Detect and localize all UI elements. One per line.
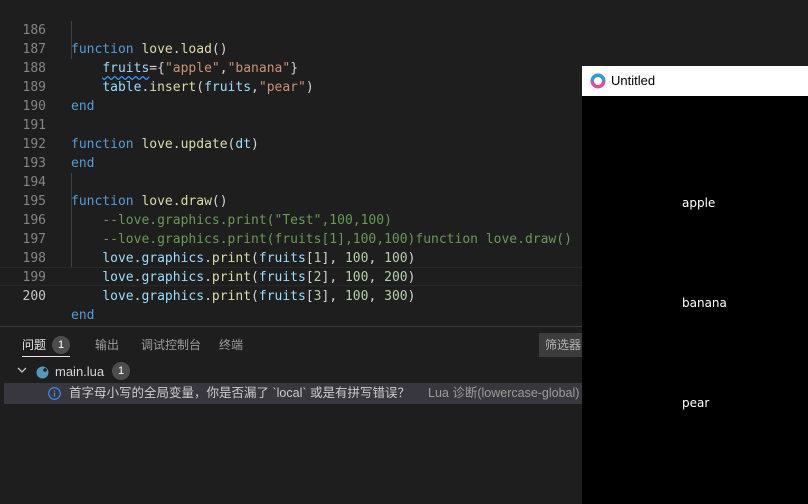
problems-count-badge: 1 xyxy=(52,336,71,354)
game-canvas[interactable]: apple banana pear xyxy=(582,96,808,504)
code-line[interactable]: 188 table.insert(fruits,"pear") xyxy=(0,40,808,95)
chevron-down-icon[interactable] xyxy=(16,364,28,376)
love-logo-icon xyxy=(590,73,606,89)
code-line[interactable]: 186 function love.load() xyxy=(0,2,808,57)
file-problem-count-badge: 1 xyxy=(112,362,130,380)
lua-file-icon xyxy=(36,366,49,379)
tab-problems[interactable]: 问题 1 xyxy=(22,336,71,357)
rendered-text: apple xyxy=(682,196,716,210)
love-game-window[interactable]: Untitled apple banana pear xyxy=(582,66,808,504)
problem-file-name: main.lua xyxy=(55,364,105,379)
line-number: 200 xyxy=(22,289,46,304)
tab-output[interactable]: 输出 xyxy=(95,337,119,357)
rendered-text: pear xyxy=(682,396,710,410)
window-titlebar[interactable]: Untitled xyxy=(582,66,808,96)
tab-debug-console[interactable]: 调试控制台 xyxy=(141,337,201,357)
problem-message: 首字母小写的全局变量，你是否漏了 `local` 或是有拼写错误？ xyxy=(69,386,410,400)
window-title: Untitled xyxy=(611,73,656,88)
tab-terminal[interactable]: 终端 xyxy=(219,337,243,357)
code-line[interactable]: 187 fruits={"apple","banana"} xyxy=(0,21,808,76)
rendered-text: banana xyxy=(682,296,727,310)
problem-item[interactable]: 首字母小写的全局变量，你是否漏了 `local` 或是有拼写错误？ Lua 诊断… xyxy=(4,383,604,404)
info-icon xyxy=(48,387,61,400)
problem-source: Lua 诊断(lowercase-global) xyxy=(428,386,580,400)
